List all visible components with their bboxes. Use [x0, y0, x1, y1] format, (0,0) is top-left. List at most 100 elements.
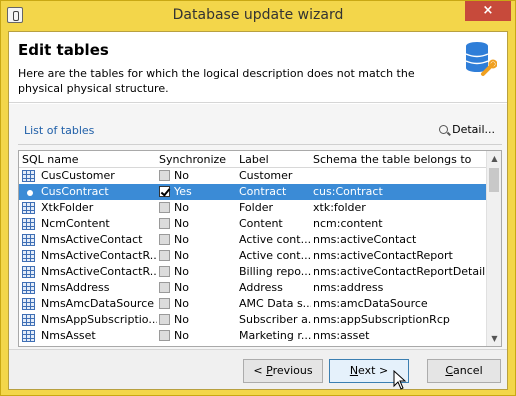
synchronize-checkbox[interactable] [159, 186, 170, 197]
synchronize-checkbox[interactable] [159, 266, 170, 277]
synchronize-cell[interactable]: No [159, 217, 237, 230]
synchronize-cell[interactable]: No [159, 281, 237, 294]
synchronize-value: No [174, 249, 189, 262]
table-row[interactable]: CusContract Yes Contract cus:Contract [19, 184, 487, 200]
label-cell: Billing repo... [239, 265, 311, 278]
synchronize-cell[interactable]: No [159, 169, 237, 182]
synchronize-checkbox[interactable] [159, 202, 170, 213]
synchronize-value: No [174, 329, 189, 342]
synchronize-checkbox[interactable] [159, 250, 170, 261]
label-cell: Folder [239, 201, 273, 214]
label-cell: Address [239, 281, 283, 294]
table-grid-icon [22, 298, 35, 310]
tables-list[interactable]: SQL name Synchronize Label Schema the ta… [18, 150, 502, 347]
synchronize-cell[interactable]: No [159, 329, 237, 342]
synchronize-cell[interactable]: No [159, 201, 237, 214]
table-row[interactable]: NmsActiveContactR... No Billing repo... nms… [19, 264, 487, 280]
column-header-sql-name[interactable]: SQL name [22, 153, 78, 166]
table-row[interactable]: NmsAsset No Marketing r... nms:asset [19, 328, 487, 344]
detail-label: Detail... [452, 123, 495, 136]
schema-cell: ncm:content [313, 217, 383, 230]
detail-button[interactable]: Detail... [439, 123, 495, 136]
table-row[interactable]: NmsActiveContact No Active cont... nms:acti… [19, 232, 487, 248]
wizard-header: Edit tables Here are the tables for whic… [9, 32, 507, 103]
table-grid-icon [22, 202, 35, 214]
sql-name-cell: NmsAddress [41, 281, 110, 294]
label-cell: Customer [239, 169, 293, 182]
synchronize-cell[interactable]: No [159, 265, 237, 278]
cancel-button[interactable]: Cancel [427, 359, 501, 383]
table-row[interactable]: NmsAmcDataSource No AMC Data s... nms:amcDa… [19, 296, 487, 312]
synchronize-checkbox[interactable] [159, 298, 170, 309]
schema-cell: nms:appSubscriptionRcp [313, 313, 450, 326]
table-row[interactable]: NmsActiveContactR... No Active cont... nms:… [19, 248, 487, 264]
table-grid-icon [22, 266, 35, 278]
mouse-cursor-icon [393, 370, 407, 390]
synchronize-value: No [174, 313, 189, 326]
sql-name-cell: NmsAsset [41, 329, 96, 342]
label-cell: Marketing r... [239, 329, 311, 342]
column-header-schema[interactable]: Schema the table belongs to [313, 153, 471, 166]
schema-cell: nms:asset [313, 329, 370, 342]
scroll-up-icon[interactable]: ▲ [487, 151, 501, 166]
schema-cell: nms:amcDataSource [313, 297, 428, 310]
sql-name-cell: NcmContent [41, 217, 110, 230]
previous-button[interactable]: < Previous [243, 359, 323, 383]
scroll-down-icon[interactable]: ▼ [487, 331, 501, 346]
sql-name-cell: NmsActiveContactR... [41, 249, 157, 262]
scroll-thumb[interactable] [489, 168, 499, 192]
table-rows: CusCustomer No Customer CusContract Yes Contr… [19, 168, 487, 344]
page-description: Here are the tables for which the logica… [18, 67, 415, 95]
magnifier-icon [439, 125, 449, 134]
synchronize-cell[interactable]: Yes [159, 185, 237, 198]
close-button[interactable]: × [465, 1, 511, 21]
wizard-footer: < Previous Next > Cancel [9, 349, 507, 389]
divider [18, 144, 502, 145]
table-grid-icon [22, 234, 35, 246]
table-header: SQL name Synchronize Label Schema the ta… [19, 151, 487, 168]
vertical-scrollbar[interactable]: ▲ ▼ [486, 151, 501, 346]
synchronize-value: No [174, 265, 189, 278]
synchronize-checkbox[interactable] [159, 218, 170, 229]
label-cell: AMC Data s... [239, 297, 311, 310]
schema-cell: nms:activeContactReportDetail [313, 265, 485, 278]
synchronize-cell[interactable]: No [159, 313, 237, 326]
selected-row-icon [22, 186, 35, 198]
sql-name-cell: NmsActiveContactR... [41, 265, 157, 278]
table-grid-icon [22, 170, 35, 182]
sql-name-cell: CusCustomer [41, 169, 115, 182]
synchronize-value: No [174, 281, 189, 294]
table-grid-icon [22, 314, 35, 326]
synchronize-checkbox[interactable] [159, 234, 170, 245]
schema-cell: cus:Contract [313, 185, 383, 198]
table-grid-icon [22, 250, 35, 262]
synchronize-cell[interactable]: No [159, 249, 237, 262]
list-of-tables-link[interactable]: List of tables [24, 124, 94, 137]
synchronize-cell[interactable]: No [159, 297, 237, 310]
synchronize-checkbox[interactable] [159, 170, 170, 181]
table-grid-icon [22, 330, 35, 342]
schema-cell: nms:activeContact [313, 233, 417, 246]
window-title: Database update wizard [172, 7, 344, 23]
label-cell: Subscriber a... [239, 313, 311, 326]
table-row[interactable]: XtkFolder No Folder xtk:folder [19, 200, 487, 216]
synchronize-cell[interactable]: No [159, 233, 237, 246]
column-header-label[interactable]: Label [239, 153, 269, 166]
table-row[interactable]: NcmContent No Content ncm:content [19, 216, 487, 232]
table-row[interactable]: NmsAppSubscriptio... No Subscriber a... nms… [19, 312, 487, 328]
sql-name-cell: CusContract [41, 185, 109, 198]
label-cell: Contract [239, 185, 287, 198]
database-settings-icon [465, 42, 497, 76]
schema-cell: nms:activeContactReport [313, 249, 453, 262]
sql-name-cell: NmsAmcDataSource [41, 297, 155, 310]
title-bar: Database update wizard × [1, 1, 515, 31]
table-row[interactable]: NmsAddress No Address nms:address [19, 280, 487, 296]
label-cell: Active cont... [239, 233, 311, 246]
synchronize-checkbox[interactable] [159, 314, 170, 325]
column-header-synchronize[interactable]: Synchronize [159, 153, 226, 166]
sql-name-cell: NmsActiveContact [41, 233, 143, 246]
synchronize-checkbox[interactable] [159, 330, 170, 341]
table-row[interactable]: CusCustomer No Customer [19, 168, 487, 184]
schema-cell: xtk:folder [313, 201, 366, 214]
synchronize-checkbox[interactable] [159, 282, 170, 293]
